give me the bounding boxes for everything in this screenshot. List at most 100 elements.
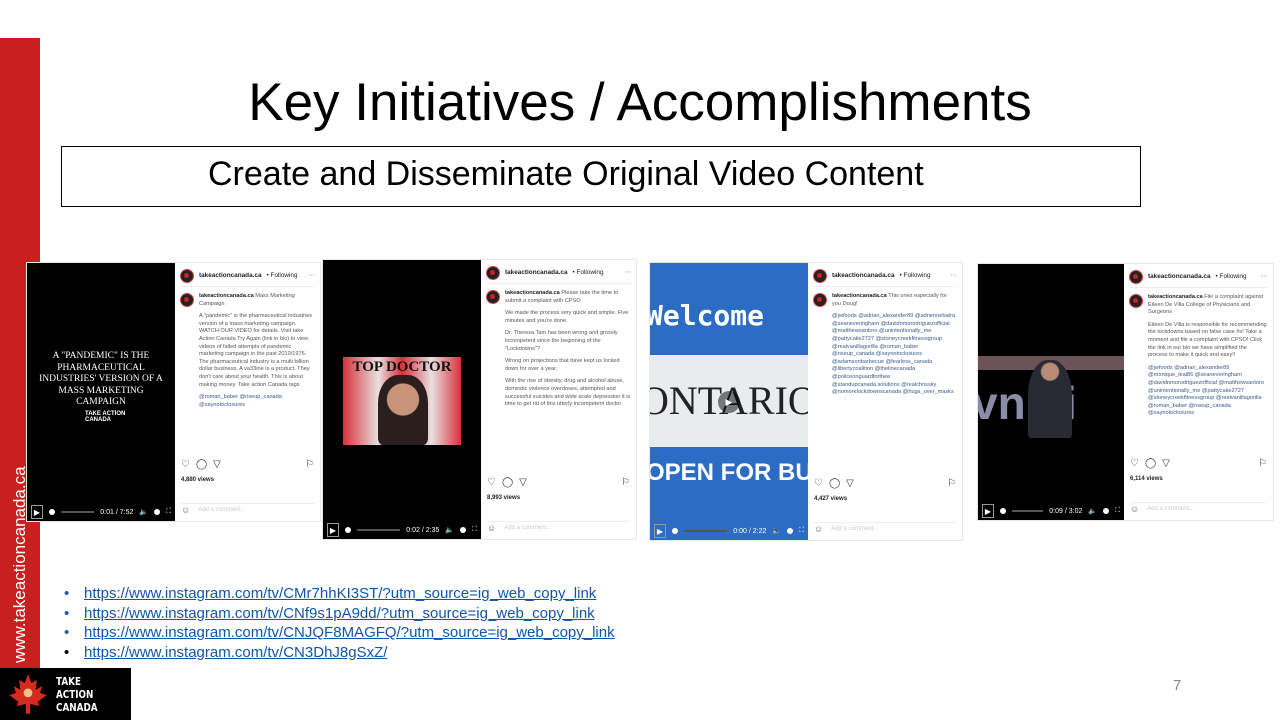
like-icon[interactable]: ♡ [181,460,190,469]
seek-handle[interactable] [345,527,351,533]
caption-tags[interactable]: @jwfoods @adrian_alexander89 @monique_le… [1148,365,1268,418]
seek-bar[interactable] [1012,510,1044,512]
comment-input[interactable]: ☺ Add a comment... [487,521,630,533]
more-options-icon[interactable]: ··· [625,269,631,277]
caption-body: takeactioncanada.ca File a complaint aga… [1129,294,1268,423]
bookmark-icon[interactable]: ⚐ [305,460,314,469]
like-icon[interactable]: ♡ [487,478,496,487]
play-button[interactable]: ▶ [654,524,666,538]
volume-handle[interactable] [1103,508,1110,514]
avatar[interactable] [486,290,500,304]
caption-tags[interactable]: @roman_baber @riseup_canada @saynotoclos… [199,394,315,409]
comment-input[interactable]: ☺ Add a comment... [181,503,314,515]
caption-text: takeactioncanada.ca This ones especially… [832,293,957,402]
like-icon[interactable]: ♡ [814,479,823,488]
video-player[interactable]: TOP DOCTOR ▶ 0:02 / 2:35 🔈 ⛶ [323,260,481,539]
avatar[interactable] [813,293,827,307]
seek-bar[interactable] [684,530,728,532]
follow-status[interactable]: • Following [1216,273,1247,281]
play-icon[interactable]: ▶ [718,391,740,413]
follow-status[interactable]: • Following [267,272,298,280]
caption-paragraph: We made the process very quick and simpl… [505,310,629,324]
bullet: • [64,585,70,602]
comment-icon[interactable]: ◯ [1145,459,1156,468]
post-header: takeactioncanada.ca • Following ··· [486,265,631,284]
volume-icon[interactable]: 🔈 [1088,507,1097,515]
instagram-link[interactable]: https://www.instagram.com/tv/CN3DhJ8gSxZ… [84,643,387,663]
more-options-icon[interactable]: ··· [1262,273,1268,281]
bookmark-icon[interactable]: ⚐ [621,478,630,487]
volume-handle[interactable] [154,509,161,515]
bookmark-icon[interactable]: ⚐ [1258,459,1267,468]
more-options-icon[interactable]: ··· [951,272,957,280]
instagram-post: WelcomeONTARIOOPEN FOR BUSINESS▶▶0:00 / … [649,262,963,541]
fullscreen-icon[interactable]: ⛶ [166,508,171,516]
instagram-link[interactable]: https://www.instagram.com/tv/CMr7hhKI3ST… [84,584,596,604]
account-name[interactable]: takeactioncanada.ca [1148,273,1211,281]
avatar[interactable] [180,268,194,283]
avatar[interactable] [1129,269,1143,284]
caption-paragraph: A "pandemic" is the pharmaceutical indus… [199,313,313,388]
share-icon[interactable]: ▽ [846,479,854,488]
seek-bar[interactable] [61,511,95,513]
instagram-link[interactable]: https://www.instagram.com/tv/CNf9s1pA9dd… [84,604,595,624]
like-icon[interactable]: ♡ [1130,459,1139,468]
account-name[interactable]: takeactioncanada.ca [505,269,568,277]
account-name[interactable]: takeactioncanada.ca [832,272,895,280]
avatar[interactable] [486,265,500,280]
account-name[interactable]: takeactioncanada.ca [199,272,262,280]
seek-bar[interactable] [357,529,401,531]
avatar[interactable] [1129,294,1143,308]
fullscreen-icon[interactable]: ⛶ [472,526,477,534]
instagram-post: A "PANDEMIC" IS THE PHARMACEUTICAL INDUS… [26,262,321,522]
slide-subtitle: Create and Disseminate Original Video Co… [208,155,924,193]
instagram-link[interactable]: https://www.instagram.com/tv/CNJQF8MAGFQ… [84,623,615,643]
account-name[interactable]: takeactioncanada.ca [832,293,888,299]
volume-handle[interactable] [460,527,467,533]
seek-handle[interactable] [49,509,55,515]
follow-status[interactable]: • Following [900,272,931,280]
comment-icon[interactable]: ◯ [502,478,513,487]
emoji-icon[interactable]: ☺ [814,525,823,534]
seek-handle[interactable] [1000,508,1006,514]
play-button[interactable]: ▶ [327,523,339,537]
emoji-icon[interactable]: ☺ [487,524,496,533]
avatar[interactable] [813,268,827,283]
share-icon[interactable]: ▽ [1162,459,1170,468]
play-button[interactable]: ▶ [982,504,994,518]
volume-icon[interactable]: 🔈 [139,508,148,516]
comment-input[interactable]: ☺ Add a comment... [814,522,956,534]
post-header: takeactioncanada.ca • Following ··· [1129,269,1268,288]
emoji-icon[interactable]: ☺ [1130,505,1139,514]
comment-input[interactable]: ☺ Add a comment... [1130,502,1267,514]
account-name[interactable]: takeactioncanada.ca [199,293,255,299]
caption-title: takeactioncanada.ca Mass Marketing Campa… [199,293,315,308]
follow-status[interactable]: • Following [573,269,604,277]
volume-icon[interactable]: 🔈 [772,527,781,535]
fullscreen-icon[interactable]: ⛶ [1115,507,1120,515]
play-button[interactable]: ▶ [31,505,43,519]
seek-handle[interactable] [672,528,678,534]
volume-icon[interactable]: 🔈 [445,526,454,534]
account-name[interactable]: takeactioncanada.ca [1148,294,1204,300]
emoji-icon[interactable]: ☺ [181,506,190,515]
avatar[interactable] [180,293,194,307]
bullet: • [64,643,70,661]
bookmark-icon[interactable]: ⚐ [947,479,956,488]
post-caption-panel: takeactioncanada.ca • Following ··· takeact… [1124,264,1273,520]
video-player[interactable]: WelcomeONTARIOOPEN FOR BUSINESS▶▶0:00 / … [650,263,808,540]
link-item: • https://www.instagram.com/tv/CNJQF8MAGF… [64,623,615,643]
volume-handle[interactable] [787,528,794,534]
share-icon[interactable]: ▽ [213,460,221,469]
instagram-post: vn vi▶0:09 / 3:02🔈⛶takeactioncanada.ca• … [977,263,1274,521]
video-player[interactable]: vn vi▶0:09 / 3:02🔈⛶ [978,264,1124,520]
share-icon[interactable]: ▽ [519,478,527,487]
comment-icon[interactable]: ◯ [829,479,840,488]
fullscreen-icon[interactable]: ⛶ [799,527,804,535]
more-options-icon[interactable]: ··· [309,272,315,280]
video-player[interactable]: A "PANDEMIC" IS THE PHARMACEUTICAL INDUS… [27,263,175,521]
comment-icon[interactable]: ◯ [196,460,207,469]
video-controls: ▶ 0:00 / 2:22 🔈 ⛶ [650,522,808,540]
caption-tags[interactable]: @jwfoods @adrian_alexander89 @adrienneba… [832,313,957,397]
account-name[interactable]: takeactioncanada.ca [505,290,561,296]
